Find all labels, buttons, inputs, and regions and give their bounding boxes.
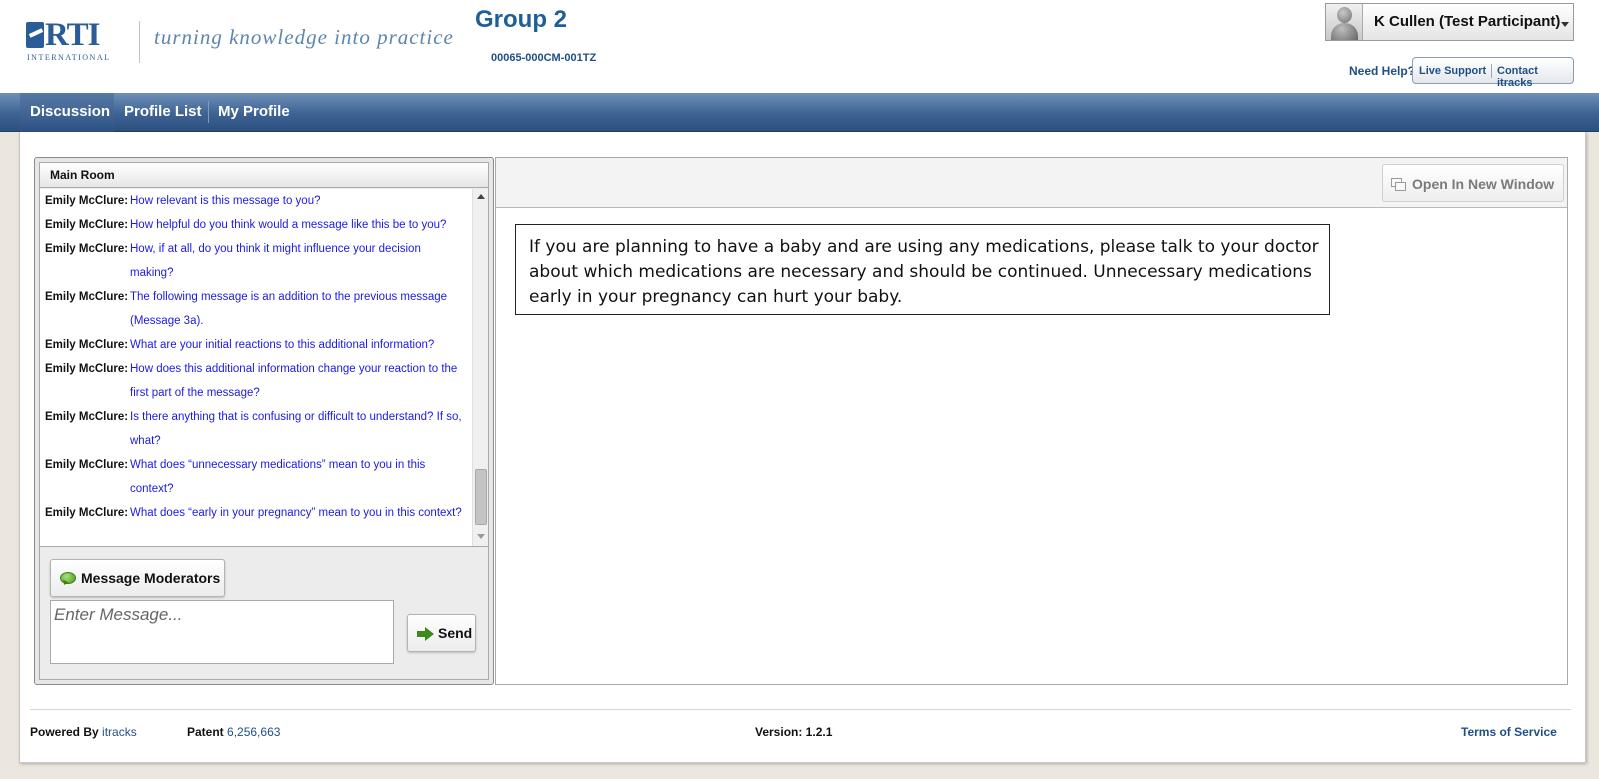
- app-header: RTI INTERNATIONAL turning knowledge into…: [0, 0, 1599, 93]
- message-text: How helpful do you think would a message…: [130, 219, 447, 231]
- message-list-scrollbar[interactable]: [472, 189, 488, 546]
- tab-discussion[interactable]: Discussion: [20, 93, 114, 132]
- tab-my-profile[interactable]: My Profile: [218, 93, 290, 132]
- message-text: What are your initial reactions to this …: [130, 339, 435, 351]
- avatar-body-icon: [1331, 23, 1358, 40]
- content-toolbar: Open In New Window: [496, 158, 1567, 208]
- group-title: Group 2: [475, 6, 568, 33]
- powered-by-label: Powered By: [30, 725, 99, 739]
- message-author: Emily McClure:: [45, 363, 129, 375]
- help-links-divider: [1491, 64, 1492, 78]
- message-moderators-button[interactable]: Message Moderators: [50, 559, 225, 597]
- stimulus-message-text: If you are planning to have a baby and a…: [529, 237, 1319, 307]
- message-text: How relevant is this message to you?: [130, 195, 321, 207]
- tab-profile-list[interactable]: Profile List: [124, 93, 202, 132]
- patent-info: Patent 6,256,663: [187, 725, 280, 739]
- message-author: Emily McClure:: [45, 195, 129, 207]
- message-text: How, if at all, do you think it might in…: [130, 243, 421, 279]
- send-button[interactable]: Send: [407, 614, 476, 652]
- message-text: Is there anything that is confusing or d…: [130, 411, 462, 447]
- patent-number-link[interactable]: 6,256,663: [227, 725, 280, 739]
- message-author: Emily McClure:: [45, 411, 129, 423]
- powered-by: Powered By itracks: [30, 725, 137, 739]
- message-text: What does “early in your pregnancy” mean…: [130, 507, 462, 519]
- version-label: Version: 1.2.1: [755, 725, 833, 739]
- message-moderators-label: Message Moderators: [81, 570, 221, 586]
- arrow-right-icon: [417, 627, 434, 641]
- message-author: Emily McClure:: [45, 291, 129, 303]
- terms-of-service-link[interactable]: Terms of Service: [1461, 725, 1557, 739]
- room-header: Main Room: [40, 163, 488, 188]
- open-in-new-window-label: Open In New Window: [1412, 176, 1555, 192]
- logo-text: RTI: [45, 17, 101, 53]
- chevron-down-icon: [1561, 22, 1569, 27]
- message-author: Emily McClure:: [45, 507, 129, 519]
- live-support-link[interactable]: Live Support: [1419, 65, 1486, 77]
- message-author: Emily McClure:: [45, 459, 129, 471]
- message-input[interactable]: [50, 600, 394, 664]
- scroll-thumb[interactable]: [475, 469, 487, 525]
- message-author: Emily McClure:: [45, 243, 129, 255]
- rti-logo[interactable]: RTI INTERNATIONAL: [26, 17, 126, 64]
- arrow-head: [425, 627, 434, 641]
- avatar: [1326, 4, 1363, 40]
- patent-label: Patent: [187, 725, 224, 739]
- message-list[interactable]: Emily McClure: How relevant is this mess…: [40, 189, 488, 547]
- footer-divider: [30, 709, 1571, 710]
- open-in-new-window-button[interactable]: Open In New Window: [1382, 164, 1564, 202]
- user-name: K Cullen (Test Participant): [1374, 13, 1561, 30]
- logo-subtext: INTERNATIONAL: [27, 53, 111, 62]
- message-text: How does this additional information cha…: [130, 363, 458, 399]
- stimulus-message-card: If you are planning to have a baby and a…: [515, 224, 1330, 315]
- message-author: Emily McClure:: [45, 219, 129, 231]
- window-front-square: [1395, 182, 1406, 191]
- help-links-group: Live Support Contact itracks: [1412, 57, 1574, 89]
- message-text: The following message is an addition to …: [130, 291, 448, 327]
- speech-bubble-icon: [60, 572, 76, 584]
- group-code: 00065-000CM-001TZ: [491, 52, 597, 64]
- send-label: Send: [438, 625, 473, 641]
- tagline: turning knowledge into practice: [154, 25, 454, 49]
- scroll-up-icon[interactable]: [477, 194, 485, 199]
- new-window-icon: [1391, 178, 1407, 192]
- scroll-down-icon[interactable]: [477, 534, 485, 539]
- itracks-link[interactable]: itracks: [102, 725, 137, 739]
- room-title: Main Room: [50, 168, 115, 182]
- main-nav: Discussion Profile List My Profile: [0, 93, 1599, 132]
- contact-itracks-link[interactable]: Contact itracks: [1497, 65, 1573, 89]
- chat-room: Main Room Emily McClure: How relevant is…: [39, 162, 489, 680]
- nav-divider: [208, 101, 209, 123]
- content-panel: Open In New Window If you are planning t…: [495, 157, 1568, 685]
- user-menu-button[interactable]: K Cullen (Test Participant): [1325, 3, 1574, 41]
- logo-divider: [139, 21, 140, 63]
- message-text: What does “unnecessary medications” mean…: [130, 459, 426, 495]
- need-help-label: Need Help?: [1349, 64, 1416, 78]
- rti-logo-mark-icon: [26, 22, 44, 48]
- chat-panel: Main Room Emily McClure: How relevant is…: [34, 157, 494, 685]
- avatar-head-icon: [1337, 7, 1352, 23]
- message-author: Emily McClure:: [45, 339, 129, 351]
